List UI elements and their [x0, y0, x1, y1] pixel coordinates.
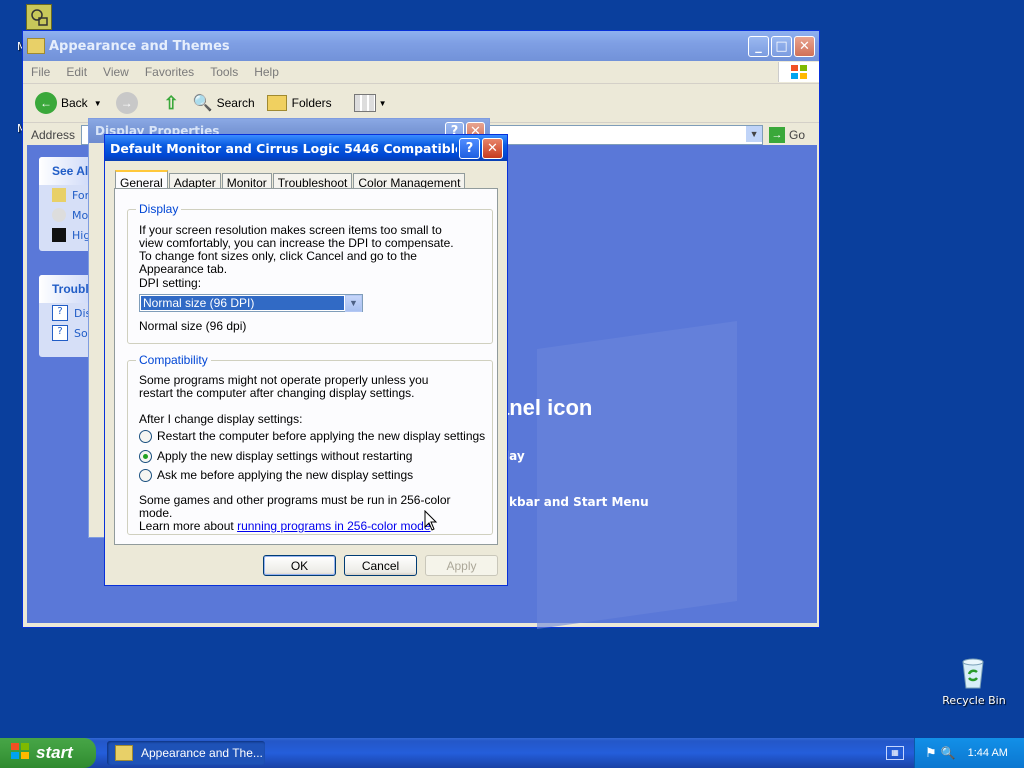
close-button[interactable]: ✕ — [482, 137, 503, 159]
back-button[interactable]: ← Back ▼ — [35, 92, 102, 114]
general-tab-panel: Display If your screen resolution makes … — [114, 188, 498, 545]
folder-icon — [27, 38, 45, 54]
folders-icon — [266, 95, 287, 111]
apply-button[interactable]: Apply — [425, 555, 498, 576]
compatibility-group: Compatibility Some programs might not op… — [127, 353, 493, 535]
clock[interactable]: 1:44 AM — [968, 747, 1008, 759]
minimize-button[interactable]: _ — [748, 35, 769, 57]
watermark-shape — [537, 320, 737, 630]
monitor-properties-dialog: Default Monitor and Cirrus Logic 5446 Co… — [104, 134, 508, 586]
mouse-cursor-icon — [424, 509, 438, 535]
recycle-bin-label[interactable]: Recycle Bin — [940, 694, 1008, 707]
dialog-titlebar[interactable]: Default Monitor and Cirrus Logic 5446 Co… — [105, 135, 507, 161]
contrast-icon — [52, 228, 66, 242]
radio-ask-me[interactable]: Ask me before applying the new display s… — [139, 468, 413, 482]
search-button[interactable]: 🔍 Search — [193, 93, 255, 113]
start-button[interactable]: start — [0, 738, 96, 768]
taskbar-item-label: Appearance and The... — [141, 746, 263, 760]
menu-view[interactable]: View — [95, 65, 137, 79]
views-button[interactable]: ▼ — [353, 94, 387, 112]
color-mode-link[interactable]: running programs in 256-color mode — [237, 519, 430, 533]
menu-file[interactable]: File — [23, 65, 58, 79]
menu-tools[interactable]: Tools — [202, 65, 246, 79]
help-icon: ? — [52, 305, 68, 321]
go-button[interactable]: → Go — [769, 127, 805, 143]
explorer-title: Appearance and Themes — [49, 38, 230, 54]
address-label: Address — [31, 128, 76, 142]
folders-label: Folders — [291, 96, 332, 110]
help-icon: ? — [52, 325, 68, 341]
back-label: Back — [61, 96, 88, 110]
menu-favorites[interactable]: Favorites — [137, 65, 202, 79]
chevron-down-icon: ▼ — [378, 98, 387, 108]
desktop-shortcut-icon[interactable] — [26, 4, 52, 30]
dpi-description: Normal size (96 dpi) — [139, 319, 247, 333]
explorer-titlebar[interactable]: Appearance and Themes _ □ ✕ — [23, 31, 819, 61]
system-tray: ⚑ 🔍 1:44 AM — [914, 738, 1024, 768]
recycle-bin-icon[interactable] — [958, 656, 988, 690]
dpi-setting-value: Normal size (96 DPI) — [141, 296, 344, 310]
radio-restart[interactable]: Restart the computer before applying the… — [139, 429, 485, 443]
display-group: Display If your screen resolution makes … — [127, 202, 493, 344]
compatibility-group-title: Compatibility — [136, 353, 211, 367]
folders-button[interactable]: Folders — [266, 95, 332, 111]
category-text: anel icon — [497, 395, 593, 420]
display-group-title: Display — [136, 202, 182, 216]
start-label: start — [36, 743, 73, 762]
cancel-button[interactable]: Cancel — [344, 555, 417, 576]
dialog-title: Default Monitor and Cirrus Logic 5446 Co… — [110, 140, 457, 156]
radio-restart-label: Restart the computer before applying the… — [157, 429, 486, 443]
radio-ask-label: Ask me before applying the new display s… — [157, 468, 414, 482]
chevron-down-icon[interactable]: ▼ — [345, 294, 362, 312]
back-arrow-icon: ← — [35, 92, 57, 114]
windows-logo-icon — [10, 742, 30, 765]
go-arrow-icon: → — [769, 127, 786, 143]
search-label: Search — [216, 96, 255, 110]
after-change-label: After I change display settings: — [139, 412, 303, 426]
menu-help[interactable]: Help — [246, 65, 287, 79]
go-label: Go — [789, 128, 806, 142]
maximize-button[interactable]: □ — [771, 35, 792, 57]
radio-apply-without-restart[interactable]: Apply the new display settings without r… — [139, 449, 412, 463]
dpi-setting-select[interactable]: Normal size (96 DPI) ▼ — [139, 294, 363, 312]
compatibility-description: Some programs might not operate properly… — [139, 373, 429, 400]
ok-button[interactable]: OK — [263, 555, 336, 576]
forward-button[interactable]: → — [115, 92, 138, 114]
category-text: kbar and Start Menu — [509, 495, 649, 509]
control-panel-icon — [115, 745, 133, 761]
display-description: If your screen resolution makes screen i… — [139, 223, 454, 276]
help-button[interactable]: ? — [459, 137, 480, 159]
up-folder-icon[interactable]: ⇧ — [164, 93, 179, 114]
dpi-setting-label: DPI setting: — [139, 276, 202, 290]
radio-button[interactable] — [139, 429, 152, 443]
chevron-down-icon[interactable]: ▼ — [746, 126, 763, 142]
chevron-down-icon: ▼ — [93, 98, 102, 108]
close-button[interactable]: ✕ — [794, 35, 815, 57]
search-icon[interactable]: 🔍 — [941, 746, 956, 760]
network-icon[interactable]: ⚑ — [925, 745, 937, 761]
search-icon: 🔍 — [192, 95, 213, 112]
fonts-icon — [52, 188, 66, 202]
keyboard-icon[interactable]: ▦ — [886, 746, 904, 760]
menu-edit[interactable]: Edit — [58, 65, 95, 79]
radio-button[interactable] — [139, 468, 152, 482]
taskbar-item-appearance[interactable]: Appearance and The... — [107, 741, 265, 765]
windows-logo-icon — [778, 62, 819, 82]
menu-bar: File Edit View Favorites Tools Help — [23, 61, 819, 84]
views-icon — [353, 94, 376, 112]
mouse-icon — [52, 208, 66, 222]
radio-apply-label: Apply the new display settings without r… — [157, 449, 413, 463]
radio-button-selected[interactable] — [139, 449, 152, 463]
